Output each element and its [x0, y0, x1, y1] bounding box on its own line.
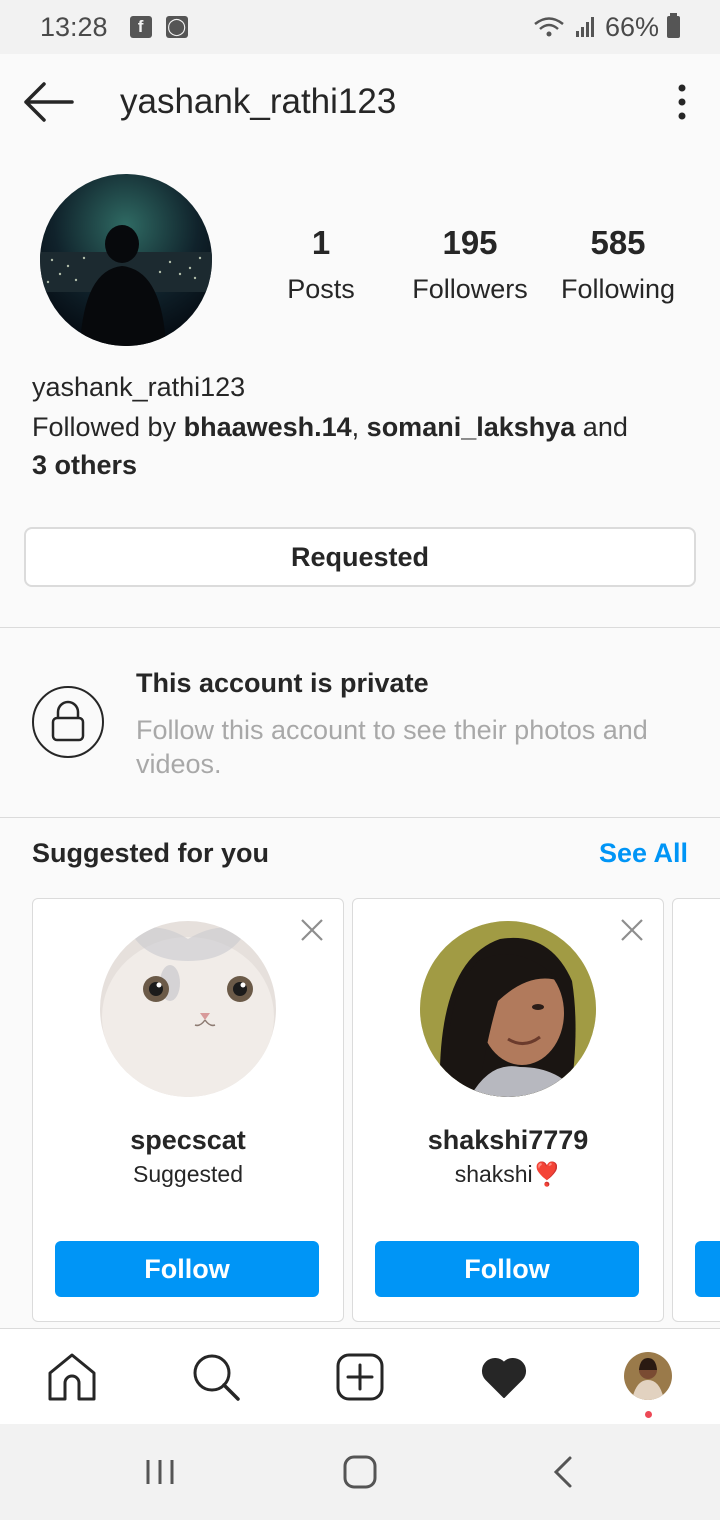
following-count[interactable]: 585 Following [552, 224, 684, 305]
private-title: This account is private [136, 668, 429, 698]
add-post-icon[interactable] [334, 1351, 386, 1403]
follow-button-peek[interactable] [695, 1241, 720, 1297]
follow-button[interactable]: Follow [375, 1241, 639, 1297]
followed-by-and: and [575, 412, 628, 442]
profile-photo [40, 174, 212, 346]
battery-percent: 66% [604, 11, 659, 42]
recent-apps-icon[interactable] [142, 1454, 178, 1490]
suggestion-subtitle: Suggested [133, 1161, 243, 1187]
lock-icon [51, 700, 85, 742]
suggestion-avatar[interactable] [100, 921, 276, 1097]
wifi-icon [534, 17, 564, 37]
signal-icon [575, 17, 594, 37]
followed-by-others: 3 others [32, 450, 138, 480]
profile-header: yashank_rathi123 [0, 54, 720, 150]
page-title: yashank_rathi123 [120, 82, 397, 121]
private-description: Follow this account to see their photos … [136, 715, 648, 779]
bottom-navigation [0, 1328, 720, 1424]
suggestion-subtitle: shakshi❣️ [454, 1161, 562, 1187]
followed-by-text[interactable]: Followed by bhaawesh.14, somani_lakshya … [32, 408, 672, 484]
suggestion-card[interactable]: specscat Suggested Follow [32, 898, 344, 1322]
profile-username: yashank_rathi123 [32, 372, 246, 402]
person-photo [420, 921, 596, 1097]
divider [0, 627, 720, 628]
close-icon[interactable] [619, 917, 645, 943]
back-arrow-icon[interactable] [22, 80, 74, 124]
followers-count[interactable]: 195 Followers [404, 224, 536, 305]
app-notification-icon: ◯ [165, 16, 188, 38]
followers-value: 195 [442, 224, 498, 261]
profile-avatar[interactable] [40, 174, 212, 346]
home-icon[interactable] [46, 1351, 98, 1403]
followed-by-user2: somani_lakshya [366, 412, 576, 442]
battery-icon [667, 13, 680, 38]
following-label: Following [560, 274, 676, 304]
profile-tab-avatar[interactable] [624, 1352, 672, 1400]
followed-by-sep: , [351, 412, 367, 442]
followed-by-prefix: Followed by [32, 412, 184, 442]
home-button-icon[interactable] [342, 1454, 378, 1490]
followers-label: Followers [412, 274, 528, 304]
own-avatar-photo [624, 1352, 672, 1400]
posts-value: 1 [311, 224, 331, 261]
status-time: 13:28 [40, 11, 108, 42]
close-icon[interactable] [299, 917, 325, 943]
system-navigation [0, 1424, 720, 1520]
back-button-icon[interactable] [546, 1454, 582, 1490]
search-icon[interactable] [190, 1351, 242, 1403]
more-vertical-icon[interactable] [668, 82, 696, 122]
follow-button[interactable]: Follow [55, 1241, 319, 1297]
followed-by-user1: bhaawesh.14 [183, 412, 352, 442]
requested-button[interactable]: Requested [24, 527, 696, 587]
suggestion-avatar[interactable] [420, 921, 596, 1097]
following-value: 585 [590, 224, 646, 261]
cat-photo [100, 921, 276, 1097]
suggestion-username[interactable]: shakshi7779 [353, 1125, 663, 1156]
facebook-notification-icon: f [129, 16, 152, 38]
posts-count[interactable]: 1 Posts [270, 224, 372, 305]
divider [0, 817, 720, 818]
suggestion-card[interactable]: shakshi7779 shakshi❣️ Follow [352, 898, 664, 1322]
posts-label: Posts [287, 274, 355, 304]
suggestion-card-peek[interactable] [672, 898, 720, 1322]
status-bar: 13:28 f ◯ 66% [0, 0, 720, 54]
notification-dot [645, 1411, 652, 1418]
suggestion-username[interactable]: specscat [33, 1125, 343, 1156]
heart-icon[interactable] [478, 1351, 530, 1403]
suggested-title: Suggested for you [32, 838, 270, 868]
see-all-link[interactable]: See All [599, 838, 688, 869]
private-lock-badge [32, 686, 104, 758]
